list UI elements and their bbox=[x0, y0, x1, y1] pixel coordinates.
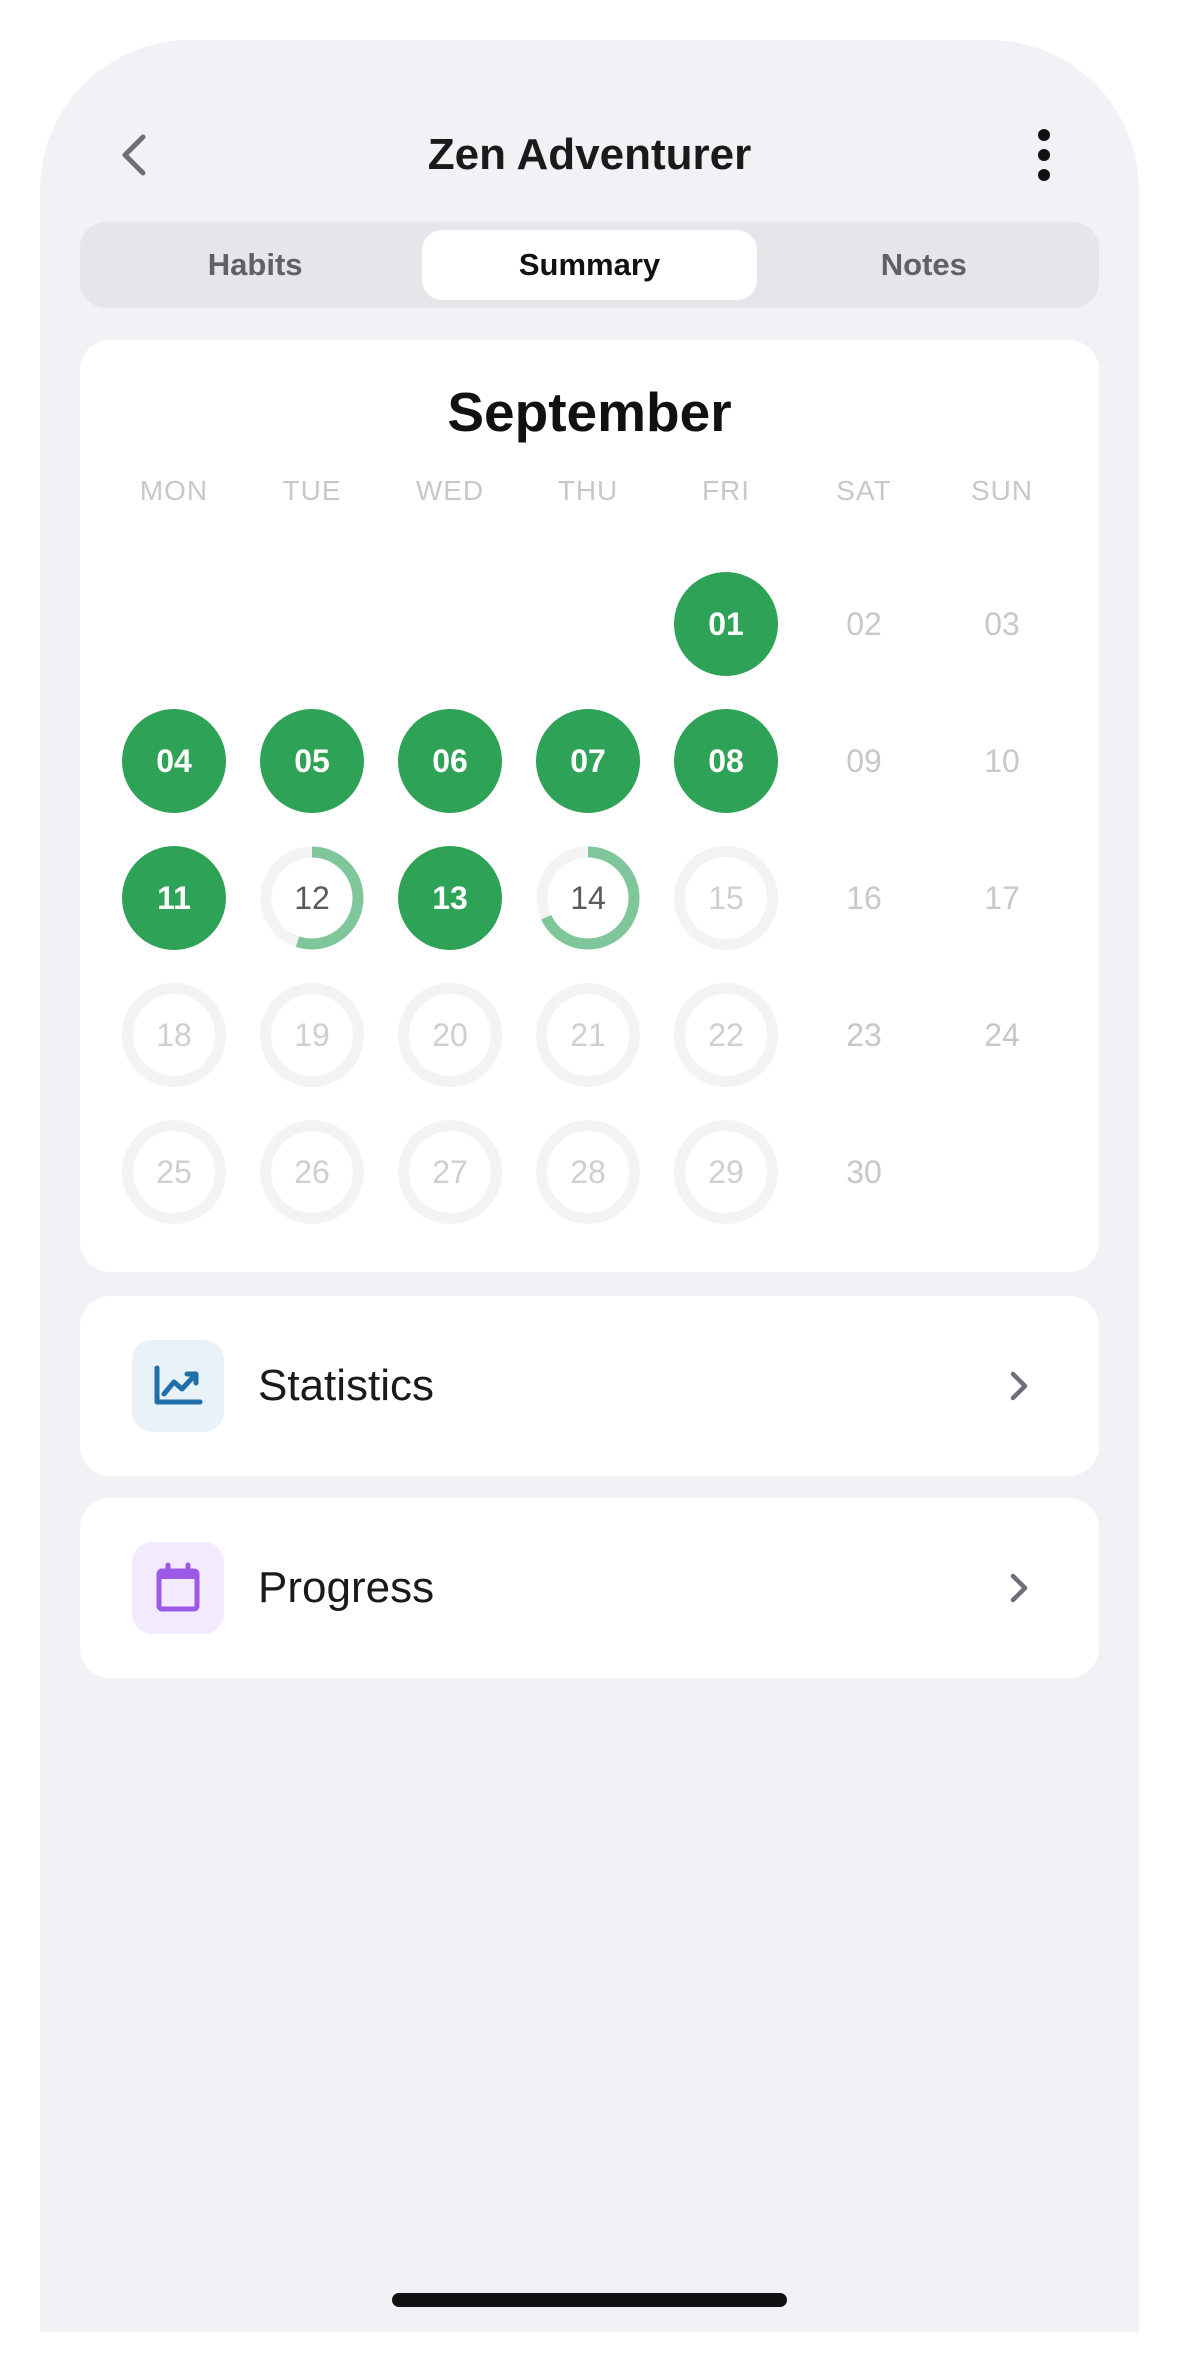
calendar-day-30: 30 bbox=[846, 1153, 882, 1190]
top-bar: Zen Adventurer bbox=[40, 100, 1139, 210]
calendar-day-27[interactable]: 27 bbox=[398, 1120, 502, 1224]
calendar-day-19[interactable]: 19 bbox=[260, 983, 364, 1087]
chevron-right-icon bbox=[1010, 1371, 1028, 1401]
calendar-day-03: 03 bbox=[984, 605, 1020, 642]
calendar-day-09: 09 bbox=[846, 742, 882, 779]
statistics-chevron bbox=[989, 1356, 1049, 1416]
calendar-day-14[interactable]: 14 bbox=[536, 846, 640, 950]
calendar-day-22[interactable]: 22 bbox=[674, 983, 778, 1087]
more-options-button[interactable] bbox=[1009, 120, 1079, 190]
calendar-day-18[interactable]: 18 bbox=[122, 983, 226, 1087]
calendar-day-10: 10 bbox=[984, 742, 1020, 779]
calendar-day-02: 02 bbox=[846, 605, 882, 642]
progress-icon-tile bbox=[132, 1542, 224, 1634]
tab-summary[interactable]: Summary bbox=[422, 230, 757, 300]
calendar-day-label: 12 bbox=[294, 879, 330, 916]
calendar-day-15[interactable]: 15 bbox=[674, 846, 778, 950]
view-tabs: Habits Summary Notes bbox=[80, 222, 1099, 308]
tab-habits[interactable]: Habits bbox=[88, 230, 422, 300]
calendar-day-07[interactable]: 07 bbox=[536, 709, 640, 813]
calendar-day-23: 23 bbox=[846, 1016, 882, 1053]
chart-trend-icon bbox=[154, 1365, 203, 1405]
calendar-day-12[interactable]: 12 bbox=[260, 846, 364, 950]
progress-row[interactable]: Progress bbox=[80, 1498, 1099, 1678]
calendar-day-label: 14 bbox=[570, 879, 606, 916]
calendar-day-05[interactable]: 05 bbox=[260, 709, 364, 813]
calendar-day-11[interactable]: 11 bbox=[122, 846, 226, 950]
calendar-icon bbox=[156, 1562, 200, 1612]
calendar-grid: 01 02 03 04 05 06 07 08 09 10 11 12 13 14 15 16 17 18 19 20… bbox=[80, 340, 1099, 1272]
calendar-day-17: 17 bbox=[984, 879, 1020, 916]
calendar-card: September MON TUE WED THU FRI SAT SUN 01 02 03 04… bbox=[80, 340, 1099, 1272]
more-vertical-icon bbox=[1038, 129, 1050, 181]
calendar-day-26[interactable]: 26 bbox=[260, 1120, 364, 1224]
calendar-day-16: 16 bbox=[846, 879, 882, 916]
statistics-row[interactable]: Statistics bbox=[80, 1296, 1099, 1476]
calendar-day-24: 24 bbox=[984, 1016, 1020, 1053]
calendar-day-04[interactable]: 04 bbox=[122, 709, 226, 813]
home-indicator bbox=[392, 2293, 787, 2307]
calendar-day-01[interactable]: 01 bbox=[674, 572, 778, 676]
calendar-day-21[interactable]: 21 bbox=[536, 983, 640, 1087]
statistics-icon-tile bbox=[132, 1340, 224, 1432]
app-screen: Zen Adventurer Habits Summary Notes Sept… bbox=[40, 40, 1139, 2332]
calendar-day-20[interactable]: 20 bbox=[398, 983, 502, 1087]
calendar-day-25[interactable]: 25 bbox=[122, 1120, 226, 1224]
progress-label: Progress bbox=[258, 1563, 435, 1612]
calendar-day-13[interactable]: 13 bbox=[398, 846, 502, 950]
calendar-day-28[interactable]: 28 bbox=[536, 1120, 640, 1224]
tab-notes[interactable]: Notes bbox=[757, 230, 1091, 300]
calendar-day-06[interactable]: 06 bbox=[398, 709, 502, 813]
calendar-day-08[interactable]: 08 bbox=[674, 709, 778, 813]
progress-chevron bbox=[989, 1558, 1049, 1618]
chevron-right-icon bbox=[1010, 1573, 1028, 1603]
statistics-label: Statistics bbox=[258, 1361, 435, 1410]
calendar-day-29[interactable]: 29 bbox=[674, 1120, 778, 1224]
page-title: Zen Adventurer bbox=[427, 130, 752, 179]
